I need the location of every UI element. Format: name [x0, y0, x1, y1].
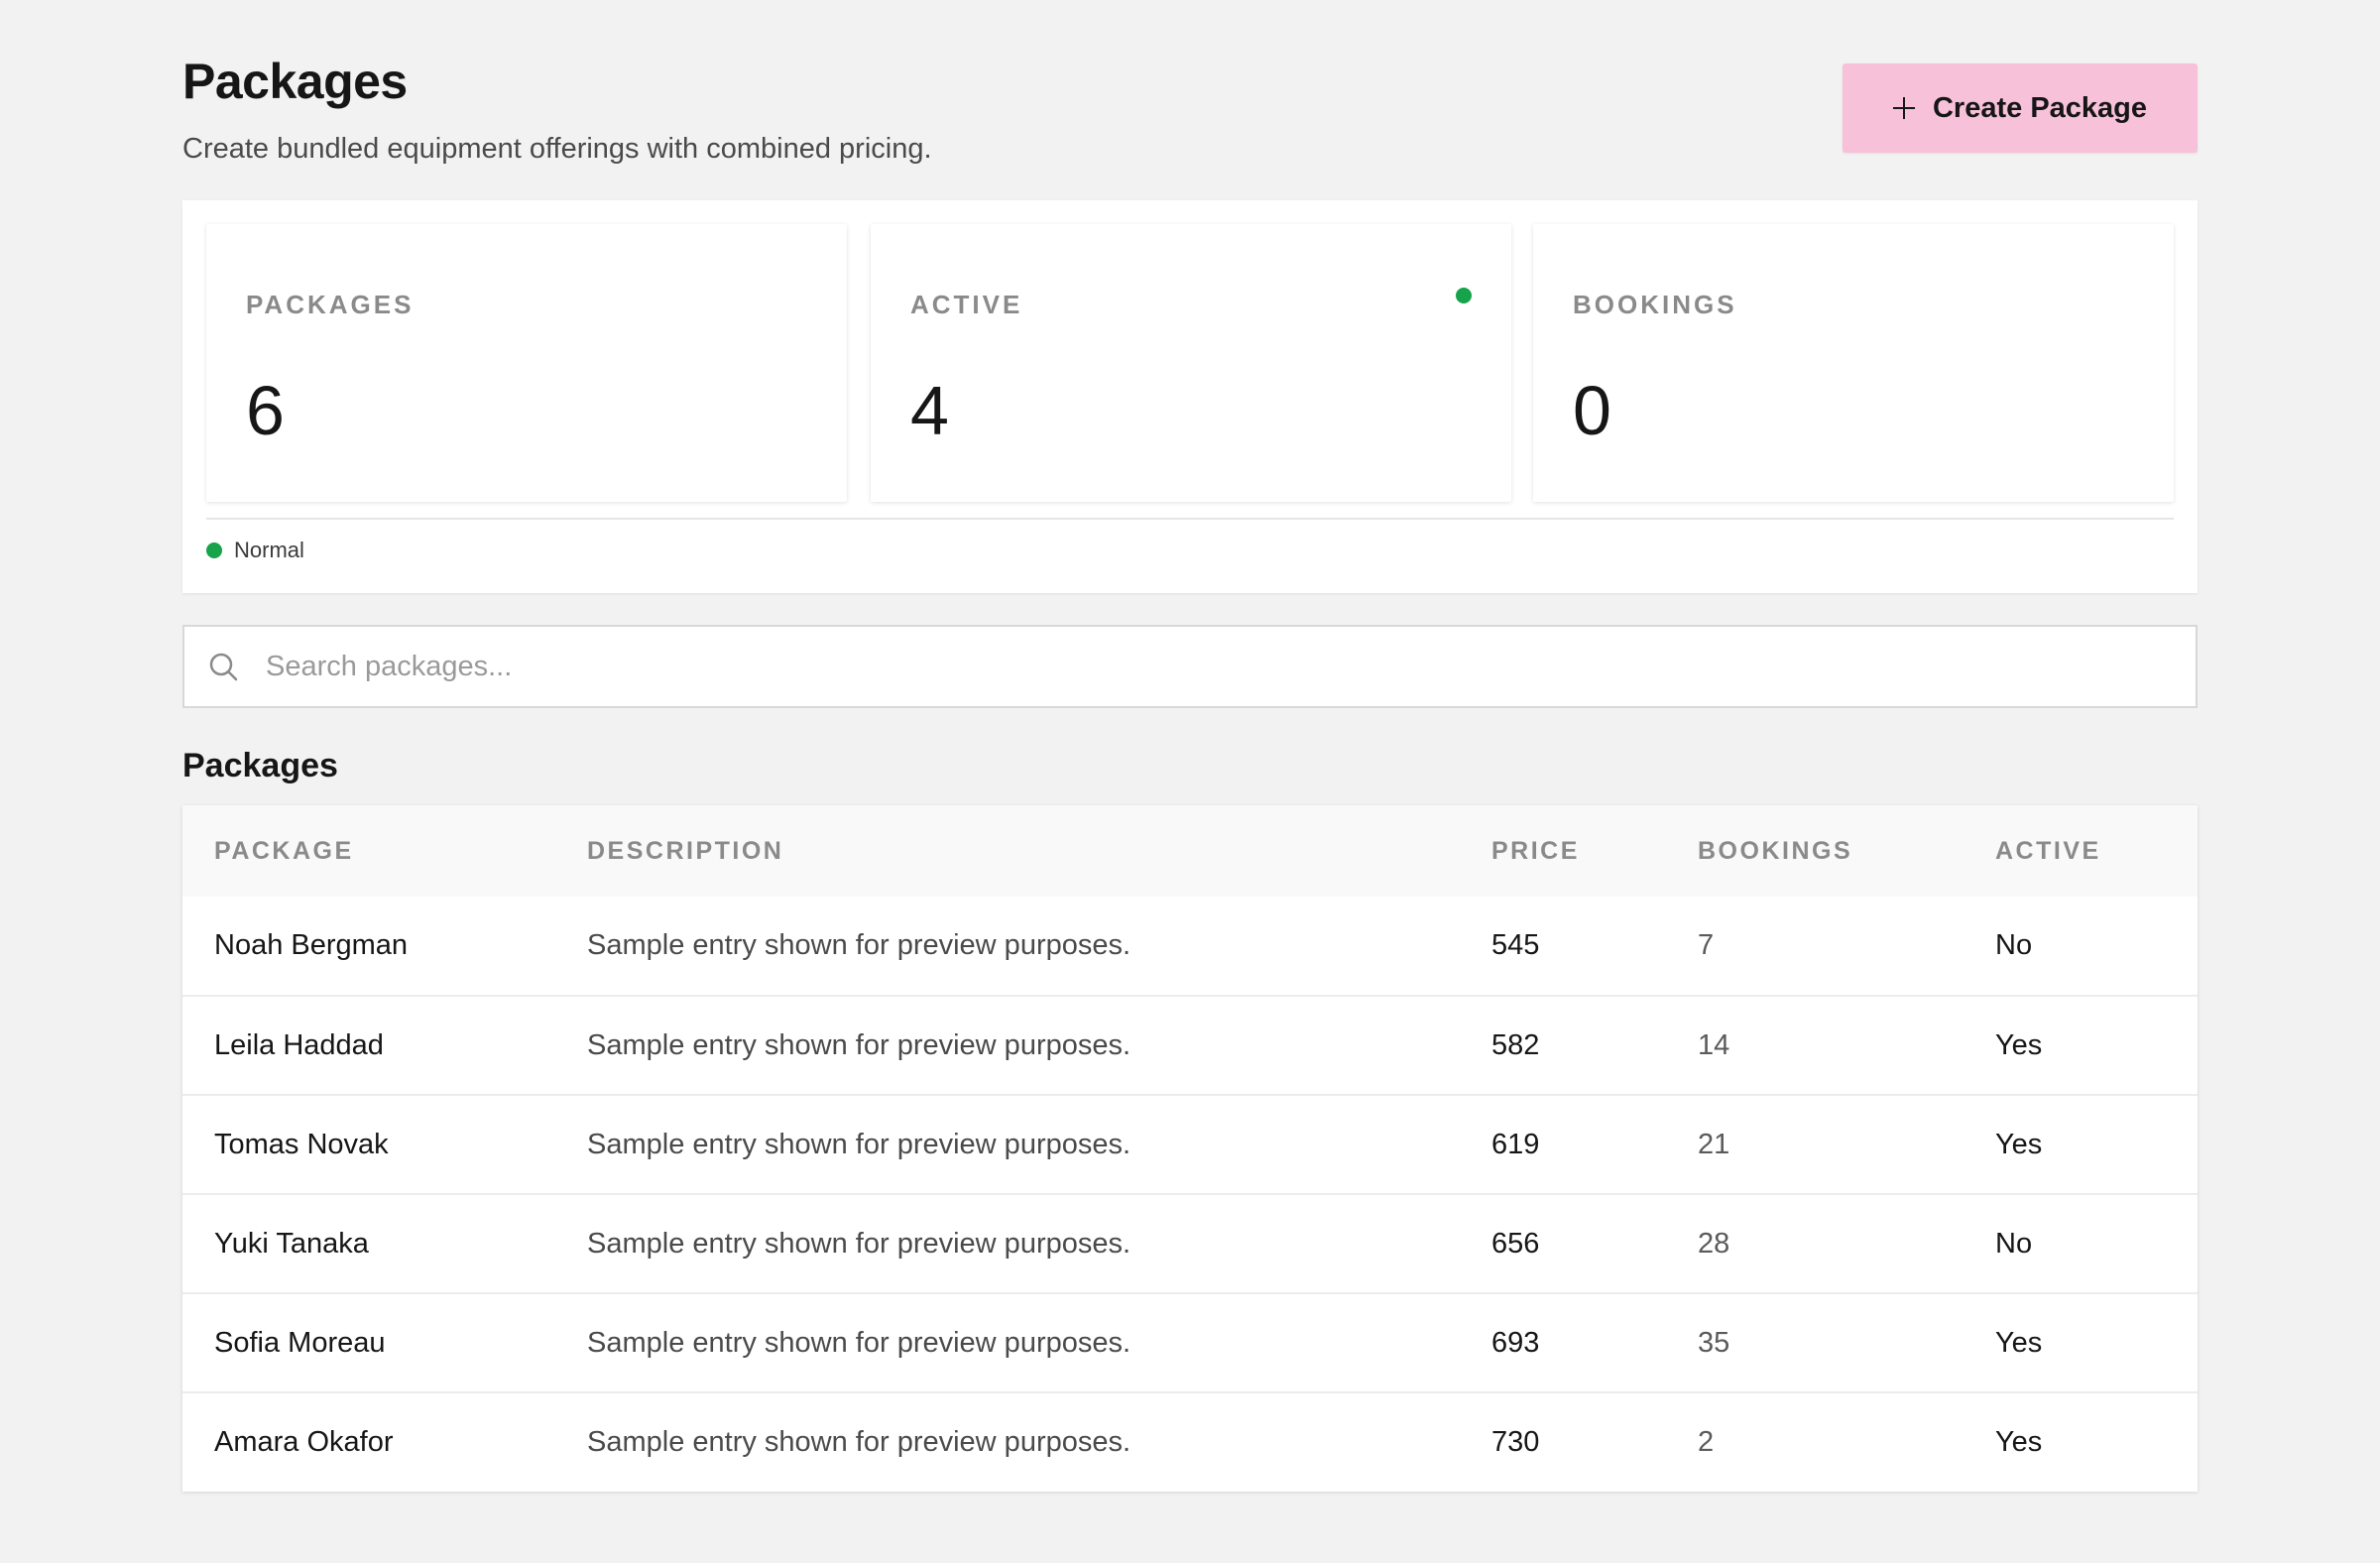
- cell-description: Sample entry shown for preview purposes.: [587, 1028, 1131, 1061]
- table-row[interactable]: Noah Bergman Sample entry shown for prev…: [182, 897, 2198, 996]
- column-header-description[interactable]: DESCRIPTION: [587, 805, 1491, 897]
- table-row[interactable]: Amara Okafor Sample entry shown for prev…: [182, 1392, 2198, 1492]
- page-header: Packages Create bundled equipment offeri…: [182, 0, 2198, 198]
- cell-bookings: 2: [1698, 1426, 1715, 1458]
- cell-price: 619: [1491, 1128, 1540, 1160]
- table-row[interactable]: Leila Haddad Sample entry shown for prev…: [182, 996, 2198, 1095]
- table-row[interactable]: Tomas Novak Sample entry shown for previ…: [182, 1095, 2198, 1194]
- stat-label: BOOKINGS: [1573, 290, 1737, 319]
- cell-price: 730: [1491, 1426, 1540, 1458]
- status-dot: [206, 542, 222, 558]
- cell-package: Sofia Moreau: [214, 1326, 386, 1359]
- cell-active: Yes: [1995, 1028, 2043, 1061]
- cell-description: Sample entry shown for preview purposes.: [587, 1128, 1131, 1160]
- cell-description: Sample entry shown for preview purposes.: [587, 1326, 1131, 1359]
- cell-description: Sample entry shown for preview purposes.: [587, 1426, 1131, 1458]
- column-header-price[interactable]: PRICE: [1491, 805, 1698, 897]
- stats-panel: PACKAGES 6 ACTIVE 4 BOOKINGS 0 Normal: [182, 200, 2198, 593]
- search-icon: [208, 652, 238, 681]
- page: Packages Create bundled equipment offeri…: [0, 0, 2380, 1563]
- stat-value: 4: [910, 372, 949, 449]
- cell-bookings: 28: [1698, 1227, 1730, 1260]
- page-title: Packages: [182, 54, 408, 109]
- cell-package: Leila Haddad: [214, 1028, 384, 1061]
- stat-label: PACKAGES: [246, 290, 415, 319]
- stat-value: 0: [1573, 372, 1611, 449]
- cell-bookings: 7: [1698, 929, 1715, 961]
- cell-active: Yes: [1995, 1128, 2043, 1160]
- cell-price: 656: [1491, 1227, 1540, 1260]
- stat-card-packages: PACKAGES 6: [206, 224, 847, 502]
- status-text: Normal: [234, 538, 304, 562]
- cell-package: Noah Bergman: [214, 929, 409, 961]
- active-indicator-dot: [1456, 288, 1472, 303]
- column-header-package[interactable]: PACKAGE: [182, 805, 587, 897]
- packages-table: PACKAGE DESCRIPTION PRICE BOOKINGS ACTIV…: [182, 805, 2198, 1492]
- cell-bookings: 21: [1698, 1128, 1730, 1160]
- table-row[interactable]: Yuki Tanaka Sample entry shown for previ…: [182, 1194, 2198, 1293]
- page-subtitle: Create bundled equipment offerings with …: [182, 133, 932, 165]
- cell-bookings: 35: [1698, 1326, 1730, 1359]
- cell-price: 545: [1491, 929, 1540, 961]
- create-package-label: Create Package: [1932, 91, 2148, 124]
- cell-description: Sample entry shown for preview purposes.: [587, 1227, 1131, 1260]
- column-header-bookings[interactable]: BOOKINGS: [1698, 805, 1995, 897]
- cell-active: Yes: [1995, 1426, 2043, 1458]
- cell-active: No: [1995, 929, 2033, 961]
- cell-package: Tomas Novak: [214, 1128, 389, 1160]
- table-row[interactable]: Sofia Moreau Sample entry shown for prev…: [182, 1293, 2198, 1392]
- status-indicator: Normal: [206, 538, 304, 563]
- table-header-row: PACKAGE DESCRIPTION PRICE BOOKINGS ACTIV…: [182, 805, 2198, 897]
- cell-bookings: 14: [1698, 1028, 1730, 1061]
- stat-card-bookings: BOOKINGS 0: [1533, 224, 2174, 502]
- main-content: Packages Create bundled equipment offeri…: [182, 0, 2198, 1492]
- stat-label: ACTIVE: [910, 290, 1023, 319]
- cell-active: No: [1995, 1227, 2033, 1260]
- section-title: Packages: [182, 747, 338, 784]
- cell-package: Amara Okafor: [214, 1426, 394, 1458]
- cell-price: 693: [1491, 1326, 1540, 1359]
- search-input[interactable]: [266, 627, 2196, 706]
- cell-description: Sample entry shown for preview purposes.: [587, 929, 1131, 961]
- create-package-button[interactable]: Create Package: [1843, 63, 2198, 153]
- cell-price: 582: [1491, 1028, 1540, 1061]
- plus-icon: [1892, 97, 1915, 119]
- stat-value: 6: [246, 372, 285, 449]
- search-box: [182, 625, 2198, 708]
- column-header-active[interactable]: ACTIVE: [1995, 805, 2198, 897]
- stat-card-active: ACTIVE 4: [871, 224, 1511, 502]
- stats-divider: [206, 518, 2174, 520]
- cell-active: Yes: [1995, 1326, 2043, 1359]
- cell-package: Yuki Tanaka: [214, 1227, 369, 1260]
